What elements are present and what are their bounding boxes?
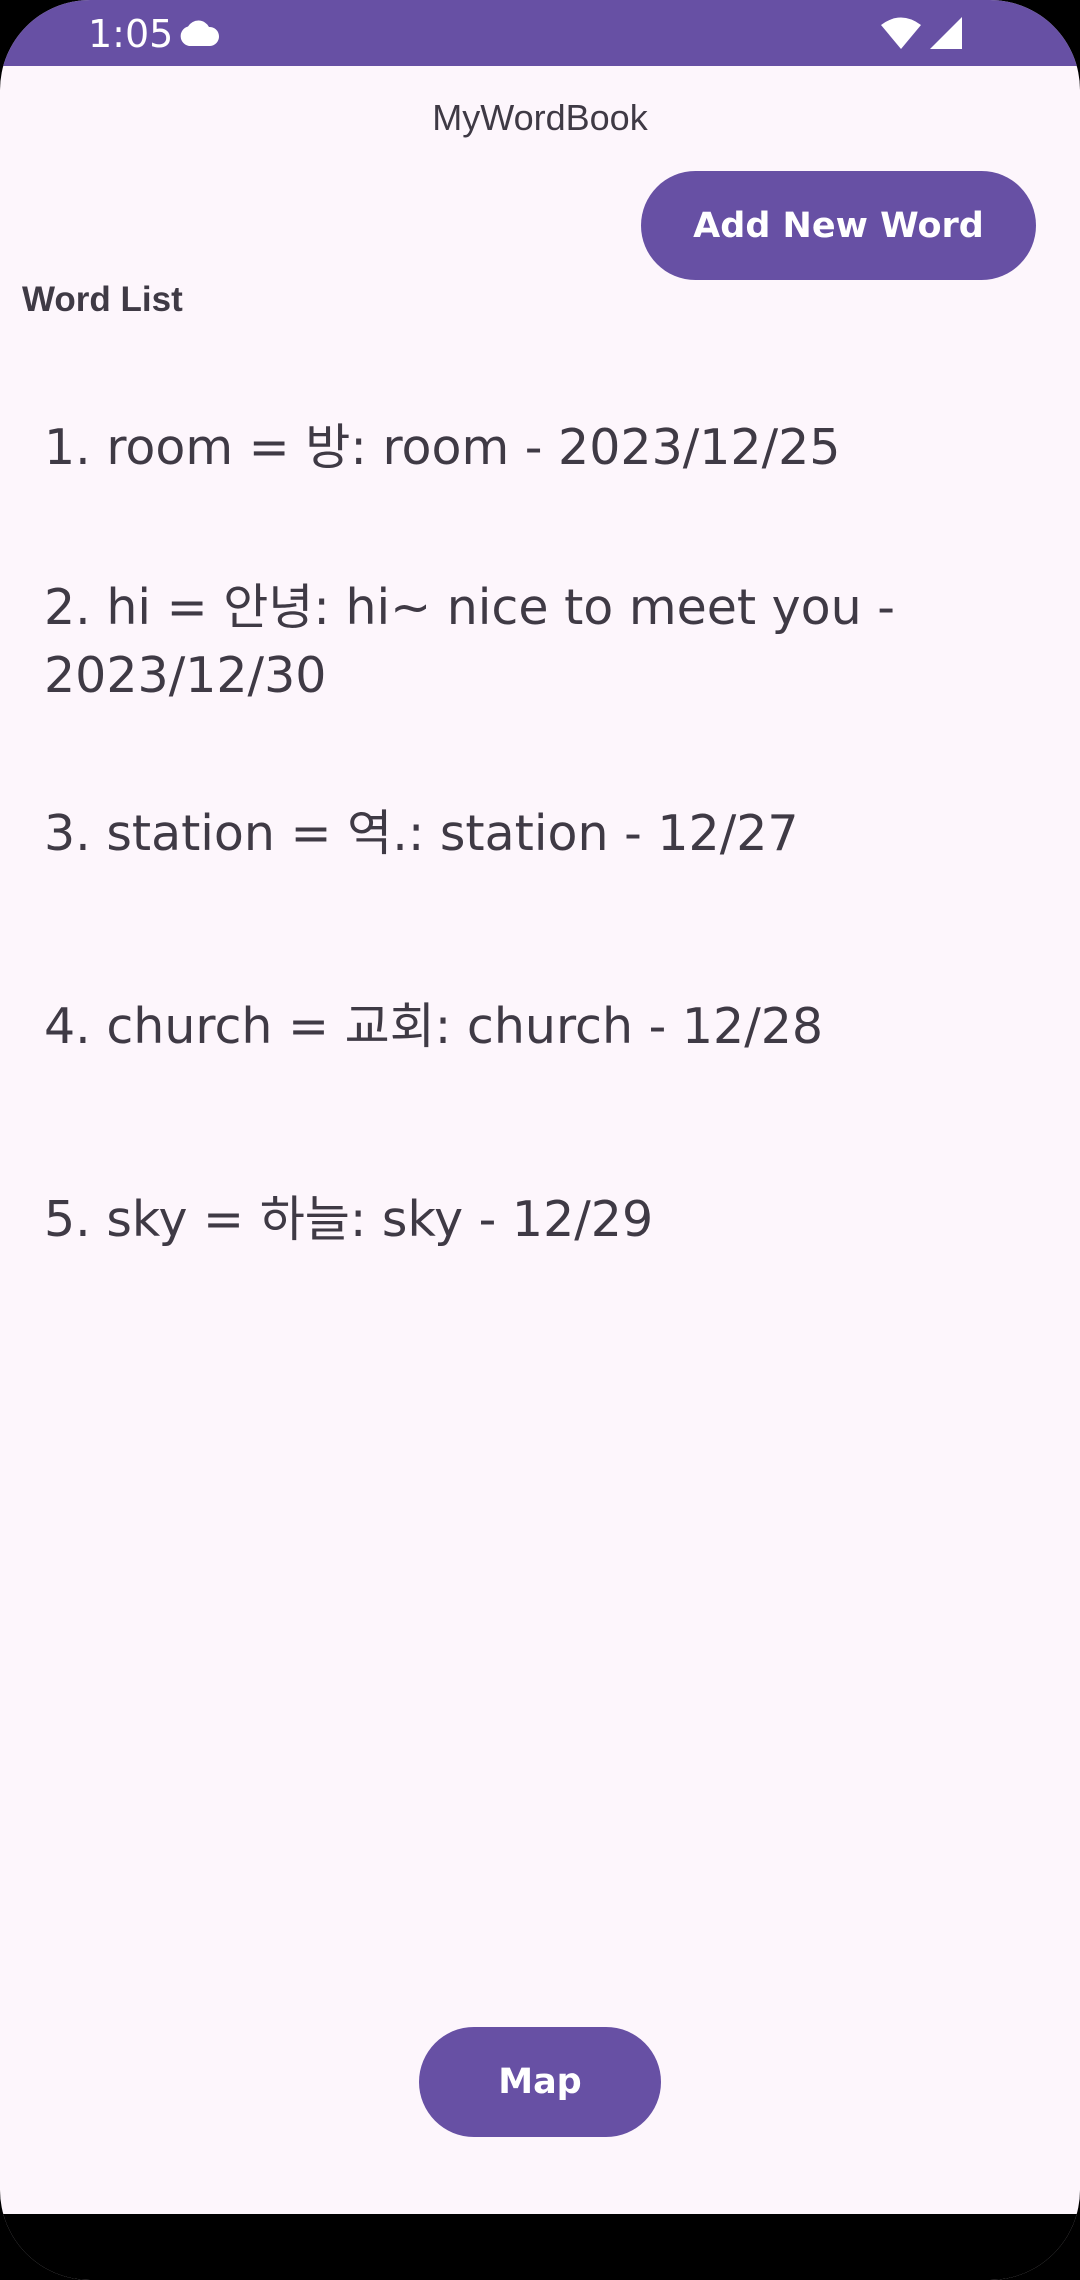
app-screen: 1:05 MyWordBook Add New Word Word List 1… [0,0,1080,2280]
word-list-item[interactable]: 1. room = 방: room - 2023/12/25 [44,414,924,482]
app-title: MyWordBook [432,97,648,138]
map-button[interactable]: Map [419,2027,661,2137]
word-list-item[interactable]: 3. station = 역.: station - 12/27 [44,800,924,868]
word-list-heading: Word List [22,280,183,319]
word-list-item[interactable]: 2. hi = 안녕: hi~ nice to meet you - 2023/… [44,574,924,710]
word-list-item[interactable]: 5. sky = 하늘: sky - 12/29 [44,1186,924,1254]
signal-icon [930,17,962,49]
status-time: 1:05 [88,12,174,56]
cloud-icon [180,20,220,46]
wifi-icon [881,17,921,49]
word-list-item[interactable]: 4. church = 교회: church - 12/28 [44,993,924,1061]
navigation-bar [0,2214,1080,2280]
status-bar: 1:05 [0,0,1080,66]
add-new-word-button[interactable]: Add New Word [641,171,1036,280]
